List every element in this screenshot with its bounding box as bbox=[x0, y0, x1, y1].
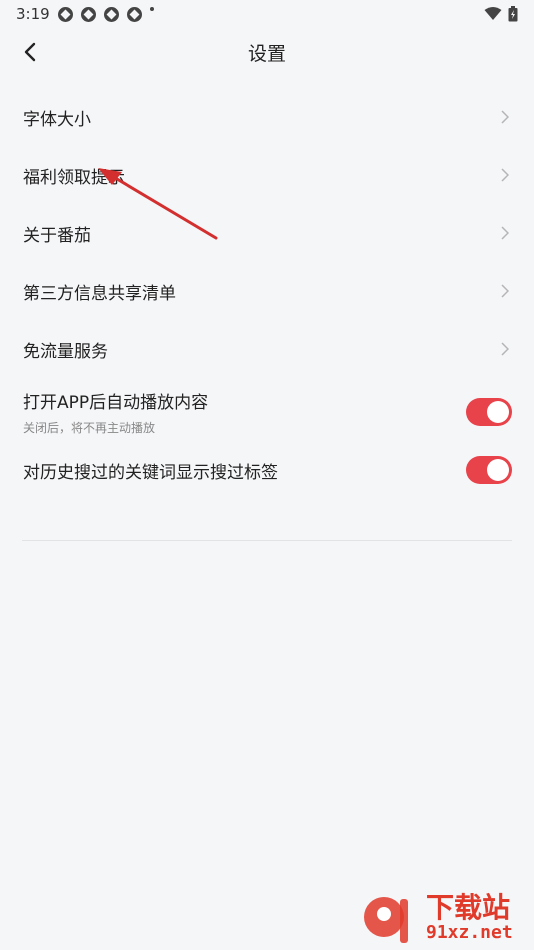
chevron-right-icon bbox=[498, 284, 512, 298]
setting-label: 打开APP后自动播放内容 bbox=[23, 393, 209, 413]
settings-list: 字体大小 福利领取提示 关于番茄 第三方信息共享清单 免流量服务 打开APP后自… bbox=[0, 88, 534, 494]
setting-label: 第三方信息共享清单 bbox=[23, 283, 176, 304]
setting-label: 关于番茄 bbox=[23, 225, 91, 246]
watermark-logo-icon bbox=[364, 897, 408, 943]
notification-icons bbox=[57, 6, 154, 22]
setting-item-autoplay: 打开APP后自动播放内容 关闭后，将不再主动播放 bbox=[0, 378, 534, 446]
watermark-url: 91xz.net bbox=[426, 922, 513, 943]
status-time: 3:19 bbox=[16, 5, 50, 23]
more-notifications-dot-icon bbox=[149, 6, 154, 11]
chevron-right-icon bbox=[498, 342, 512, 356]
setting-item-searched-tag: 对历史搜过的关键词显示搜过标签 bbox=[0, 446, 534, 494]
setting-texts: 打开APP后自动播放内容 关闭后，将不再主动播放 bbox=[23, 388, 208, 436]
chevron-right-icon bbox=[498, 168, 512, 182]
setting-sublabel: 关闭后，将不再主动播放 bbox=[23, 421, 156, 435]
watermark: 下载站 91xz.net bbox=[360, 888, 530, 948]
status-bar: 3:19 bbox=[0, 0, 534, 28]
battery-icon bbox=[508, 6, 518, 22]
back-button[interactable] bbox=[12, 34, 48, 70]
back-arrow-icon bbox=[24, 42, 36, 62]
chevron-right-icon bbox=[498, 110, 512, 124]
searched-tag-toggle[interactable] bbox=[466, 456, 512, 484]
header: 设置 bbox=[0, 28, 534, 76]
setting-item-free-data-service[interactable]: 免流量服务 bbox=[0, 320, 534, 378]
chevron-right-icon bbox=[498, 226, 512, 240]
toggle-knob bbox=[487, 459, 509, 481]
setting-label: 字体大小 bbox=[23, 109, 91, 130]
wifi-icon bbox=[484, 7, 502, 20]
notification-icon bbox=[126, 6, 142, 22]
status-left: 3:19 bbox=[16, 5, 154, 23]
notification-icon bbox=[57, 6, 73, 22]
page-title: 设置 bbox=[247, 42, 286, 65]
status-right bbox=[484, 6, 518, 22]
toggle-knob bbox=[487, 401, 509, 423]
notification-icon bbox=[80, 6, 96, 22]
watermark-title: 下载站 bbox=[426, 891, 511, 924]
setting-item-welfare-reminder[interactable]: 福利领取提示 bbox=[0, 146, 534, 204]
setting-item-font-size[interactable]: 字体大小 bbox=[0, 88, 534, 146]
section-divider bbox=[22, 540, 512, 541]
notification-icon bbox=[103, 6, 119, 22]
setting-item-about[interactable]: 关于番茄 bbox=[0, 204, 534, 262]
autoplay-toggle[interactable] bbox=[466, 398, 512, 426]
setting-label: 免流量服务 bbox=[23, 341, 108, 362]
setting-item-third-party-sharing[interactable]: 第三方信息共享清单 bbox=[0, 262, 534, 320]
setting-label: 对历史搜过的关键词显示搜过标签 bbox=[23, 462, 278, 483]
setting-label: 福利领取提示 bbox=[23, 167, 125, 188]
watermark-text: 下载站 91xz.net bbox=[426, 893, 513, 943]
